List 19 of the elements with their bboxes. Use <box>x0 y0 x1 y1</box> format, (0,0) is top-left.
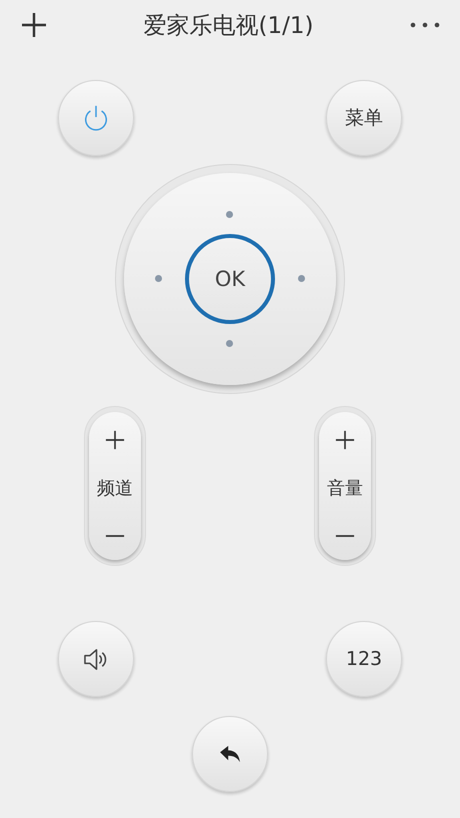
power-icon <box>82 104 110 132</box>
menu-button[interactable]: 菜单 <box>326 80 402 156</box>
ok-button[interactable]: OK <box>185 234 275 324</box>
right-dot-icon <box>298 275 305 282</box>
plus-icon[interactable] <box>105 430 125 450</box>
back-button[interactable] <box>192 716 268 792</box>
add-icon[interactable] <box>21 12 47 38</box>
back-arrow-icon <box>219 745 241 763</box>
rocker-label: 音量 <box>327 477 363 500</box>
left-dot-icon <box>155 275 162 282</box>
number-button[interactable]: 123 <box>326 621 402 697</box>
mute-button[interactable] <box>58 621 134 697</box>
device-title: 爱家乐电视(1/1) <box>144 12 314 40</box>
dpad[interactable]: OK <box>124 173 336 385</box>
up-dot-icon <box>226 211 233 218</box>
more-icon[interactable] <box>410 22 440 28</box>
down-dot-icon <box>226 340 233 347</box>
plus-icon[interactable] <box>335 430 355 450</box>
rocker-label: 频道 <box>97 477 133 500</box>
